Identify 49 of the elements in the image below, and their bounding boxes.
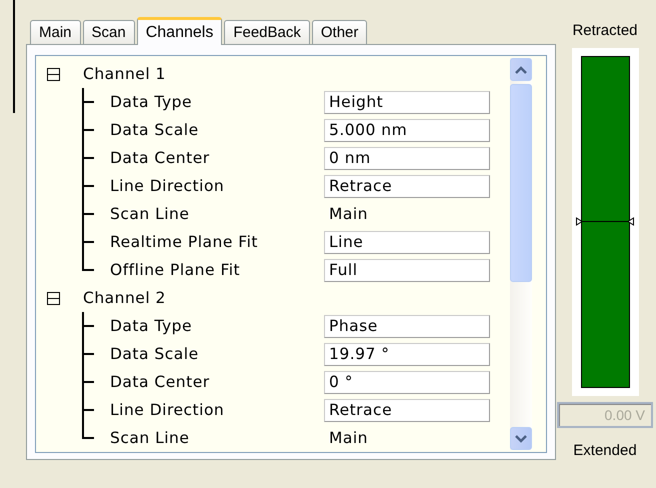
value-field[interactable]: Full: [324, 258, 490, 282]
value-field[interactable]: Line: [324, 230, 490, 254]
collapse-icon[interactable]: [47, 292, 60, 304]
extended-label: Extended: [573, 442, 637, 459]
property-label: Realtime Plane Fit: [110, 233, 259, 251]
value-field[interactable]: Retrace: [324, 174, 490, 198]
tab[interactable]: FeedBack: [224, 20, 310, 44]
scrollbar[interactable]: [510, 58, 532, 450]
tab[interactable]: Main: [30, 20, 81, 44]
scroll-thumb[interactable]: [510, 84, 532, 282]
property-label: Data Scale: [110, 121, 200, 139]
tree-connector-icon: [82, 144, 94, 172]
property-label: Data Type: [110, 93, 194, 111]
value-field[interactable]: 19.97 °: [324, 342, 490, 366]
tree-connector-icon: [82, 88, 94, 116]
chevron-up-icon: [515, 66, 527, 74]
tab[interactable]: Channels: [136, 17, 222, 45]
value-field[interactable]: 5.000 nm: [324, 118, 490, 142]
tab[interactable]: Other: [312, 20, 368, 44]
collapse-icon[interactable]: [47, 68, 60, 80]
value-field[interactable]: 0 °: [324, 370, 490, 394]
tree-connector-icon: [82, 368, 94, 396]
chevron-down-icon: [515, 434, 527, 442]
value-text: Main: [328, 205, 368, 223]
property-label: Offline Plane Fit: [110, 261, 242, 279]
property-label: Data Center: [110, 149, 211, 167]
value-text: Main: [328, 429, 368, 447]
property-label: Data Type: [110, 317, 194, 335]
property-label: Line Direction: [110, 401, 226, 419]
property-label: Line Direction: [110, 177, 226, 195]
tab[interactable]: Scan: [82, 20, 135, 44]
scroll-down-button[interactable]: [510, 427, 532, 450]
tree-connector-icon: [82, 340, 94, 368]
value-field[interactable]: 0 nm: [324, 146, 490, 170]
property-label: Data Center: [110, 373, 211, 391]
tree-connector-icon: [82, 312, 94, 340]
retracted-label: Retracted: [572, 22, 638, 39]
group-label[interactable]: Channel 2: [83, 289, 166, 307]
value-field[interactable]: Height: [324, 90, 490, 114]
property-label: Data Scale: [110, 345, 200, 363]
value-field[interactable]: Retrace: [324, 398, 490, 422]
group-label[interactable]: Channel 1: [83, 65, 166, 83]
property-label: Scan Line: [110, 429, 190, 447]
tree-connector-icon: [82, 200, 94, 228]
tree-connector-icon: [82, 116, 94, 144]
tree-connector-icon: [82, 172, 94, 200]
scroll-up-button[interactable]: [510, 58, 532, 81]
value-field[interactable]: Phase: [324, 314, 490, 338]
property-label: Scan Line: [110, 205, 190, 223]
